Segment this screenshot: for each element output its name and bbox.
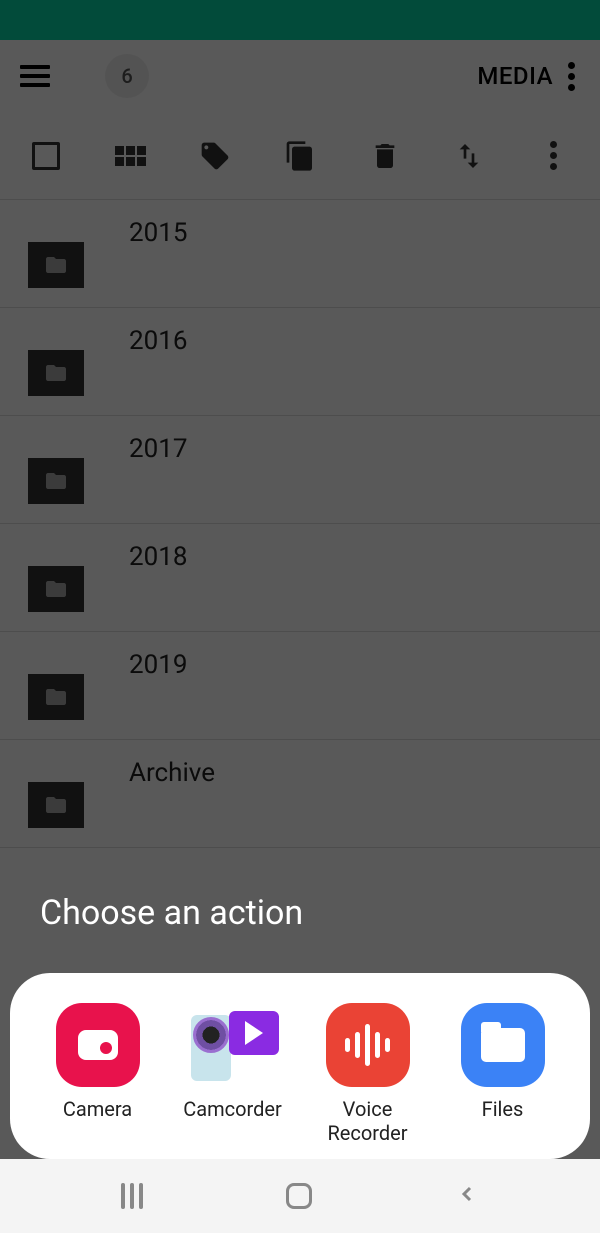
sheet-header: Choose an action bbox=[0, 893, 600, 958]
files-icon bbox=[461, 1003, 545, 1087]
action-sheet: Camera Camcorder Voice Recorder Files bbox=[10, 973, 590, 1159]
voice-recorder-icon bbox=[326, 1003, 410, 1087]
action-camera[interactable]: Camera bbox=[33, 1003, 163, 1145]
camcorder-icon bbox=[183, 1003, 283, 1087]
status-bar bbox=[0, 0, 600, 40]
action-voice-recorder[interactable]: Voice Recorder bbox=[303, 1003, 433, 1145]
action-label: Camera bbox=[63, 1097, 132, 1121]
action-label: Camcorder bbox=[183, 1097, 282, 1121]
nav-home-button[interactable] bbox=[286, 1183, 312, 1209]
nav-recents-button[interactable] bbox=[121, 1183, 143, 1209]
action-camcorder[interactable]: Camcorder bbox=[168, 1003, 298, 1145]
action-files[interactable]: Files bbox=[438, 1003, 568, 1145]
action-label: Files bbox=[482, 1097, 524, 1121]
sheet-title: Choose an action bbox=[40, 893, 560, 933]
camera-icon bbox=[56, 1003, 140, 1087]
action-label: Voice Recorder bbox=[303, 1097, 433, 1145]
navigation-bar bbox=[0, 1159, 600, 1233]
nav-back-button[interactable] bbox=[455, 1182, 479, 1210]
